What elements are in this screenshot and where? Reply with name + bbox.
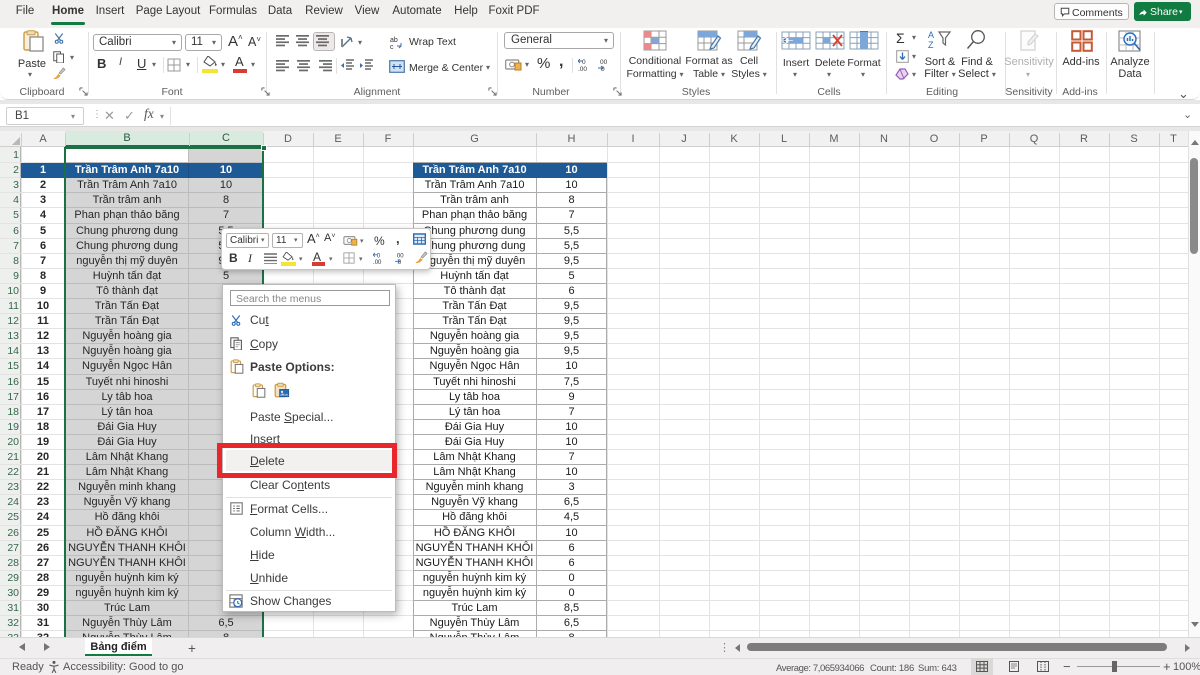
svg-text:.00: .00 bbox=[578, 66, 587, 72]
svg-text:00: 00 bbox=[600, 59, 608, 66]
svg-text:0: 0 bbox=[582, 59, 586, 66]
svg-text:00: 00 bbox=[397, 254, 404, 260]
svg-text:ab: ab bbox=[390, 37, 398, 44]
svg-text:.00: .00 bbox=[373, 260, 382, 265]
svg-text:A: A bbox=[928, 30, 934, 40]
svg-text:Z: Z bbox=[928, 40, 934, 49]
svg-text:c: c bbox=[390, 44, 394, 49]
